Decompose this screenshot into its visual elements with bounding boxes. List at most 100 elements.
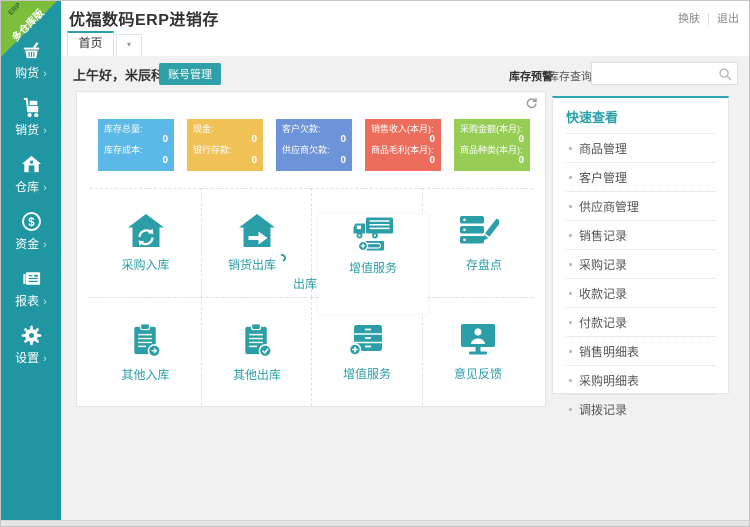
logout-link[interactable]: 退出: [708, 13, 739, 25]
stat-card-purchase-month: 采购金额(本月): 0 商品种类(本月): 0: [454, 119, 530, 171]
quick-view-item-transfer-records[interactable]: 调拨记录: [566, 395, 715, 423]
bullet-dot-icon: [569, 408, 572, 411]
sidebar-item-label: 销货: [15, 123, 39, 137]
report-icon: [20, 267, 43, 290]
footer-strip: [1, 520, 749, 526]
sidebar-item-warehouse[interactable]: 仓库 ›: [1, 153, 61, 210]
inventory-warning-link[interactable]: 库存预警: [509, 68, 553, 84]
chevron-right-icon: ›: [43, 182, 47, 194]
stat-card-cash: 现金: 0 银行存款: 0: [187, 119, 263, 171]
content-area: 上午好，米辰科技 账号管理 库存预警 库存查询 库存总量: 0 库存成本:: [61, 56, 749, 520]
stat-value: 0: [460, 156, 524, 166]
shortcut-feedback[interactable]: 意见反馈: [422, 297, 533, 406]
quick-view-item-customers[interactable]: 客户管理: [566, 163, 715, 192]
drawers-plus-icon: [346, 322, 388, 358]
quick-view-item-goods[interactable]: 商品管理: [566, 134, 715, 163]
stat-label: 库存成本:: [104, 145, 168, 156]
search-input[interactable]: [596, 64, 716, 83]
funds-icon: $: [20, 210, 43, 233]
quick-view-item-purchase-records[interactable]: 采购记录: [566, 250, 715, 279]
bullet-dot-icon: [569, 350, 572, 353]
feedback-monitor-icon: [457, 322, 499, 358]
sidebar-item-label: 资金: [15, 237, 39, 251]
shortcut-label: 其他出库: [233, 366, 281, 383]
stat-value: 0: [193, 135, 257, 145]
tab-home[interactable]: 首页: [67, 31, 114, 56]
stocktake-icon: [457, 213, 499, 249]
stat-label: 销售收入(本月):: [371, 124, 435, 135]
shortcut-other-outbound[interactable]: 其他出库: [201, 297, 312, 406]
house-outbound-icon: [236, 213, 278, 249]
stat-label: 银行存款:: [193, 145, 257, 156]
quick-view-item-suppliers[interactable]: 供应商管理: [566, 192, 715, 221]
stat-label: 采购金额(本月):: [460, 124, 524, 135]
stat-label: 库存总量:: [104, 124, 168, 135]
sidebar: 购货› 销货› 仓库›: [1, 1, 61, 520]
chevron-right-icon: ›: [43, 239, 47, 251]
search-icon[interactable]: [718, 67, 733, 82]
sidebar-item-label: 购货: [15, 66, 39, 80]
chevron-right-icon: ›: [43, 68, 47, 80]
page-title: 优福数码ERP进销存: [69, 6, 219, 30]
sidebar-item-reports[interactable]: 报表›: [1, 267, 61, 324]
ghost-outbound-text: 出库: [293, 275, 317, 292]
clipboard-in-icon: [128, 322, 164, 359]
shortcut-value-added-floating[interactable]: 增值服务: [318, 214, 428, 314]
quick-view-panel: 快速查看 商品管理 客户管理 供应商管理 销售记录 采购记录 收款记录 付款记录…: [552, 96, 729, 394]
shortcut-purchase-inbound[interactable]: 采购入库: [90, 188, 201, 297]
shortcut-label: 销货出库: [228, 256, 276, 273]
sidebar-item-funds[interactable]: $ 资金 ›: [1, 210, 61, 267]
account-manage-button[interactable]: 账号管理: [159, 63, 221, 85]
stat-value: 0: [104, 156, 168, 166]
bullet-dot-icon: [569, 205, 572, 208]
dashboard-panel: 库存总量: 0 库存成本: 0 现金: 0 银行存款: 0 客户欠款: 0 供应…: [76, 91, 546, 407]
quick-view-item-payments[interactable]: 付款记录: [566, 308, 715, 337]
sidebar-item-label: 报表: [15, 294, 39, 308]
gear-icon: [20, 324, 43, 347]
erp-window: 购货› 销货› 仓库›: [0, 0, 750, 527]
warehouse-icon: [20, 153, 43, 176]
shortcut-label: 增值服务: [343, 365, 391, 382]
tab-bar: 首页 ▾: [61, 31, 749, 56]
sidebar-item-label: 仓库: [15, 180, 39, 194]
tab-dropdown-caret-icon[interactable]: ▾: [116, 34, 142, 56]
change-skin-link[interactable]: 换肤: [678, 13, 700, 25]
stat-label: 供应商欠款:: [282, 145, 346, 156]
quick-view-item-purchase-detail[interactable]: 采购明细表: [566, 366, 715, 395]
bullet-dot-icon: [569, 176, 572, 179]
shortcut-label: 意见反馈: [454, 365, 502, 382]
loading-spinner-icon: [277, 253, 288, 264]
quick-view-item-sales-detail[interactable]: 销售明细表: [566, 337, 715, 366]
top-links: 换肤退出: [678, 10, 739, 26]
topbar: 优福数码ERP进销存 换肤退出: [61, 1, 749, 31]
bullet-dot-icon: [569, 234, 572, 237]
stat-value: 0: [193, 156, 257, 166]
refresh-icon[interactable]: [525, 97, 538, 110]
shortcut-label: 采购入库: [121, 256, 169, 273]
bullet-dot-icon: [569, 263, 572, 266]
stat-value: 0: [371, 156, 435, 166]
shortcut-grid: 采购入库 销货出库: [90, 188, 533, 406]
house-inbound-icon: [125, 213, 167, 249]
stat-value: 0: [104, 135, 168, 145]
inventory-query-label: 库存查询: [548, 68, 592, 84]
quick-view-item-sales-records[interactable]: 销售记录: [566, 221, 715, 250]
quick-view-item-receipts[interactable]: 收款记录: [566, 279, 715, 308]
stat-card-receivables: 客户欠款: 0 供应商欠款: 0: [276, 119, 352, 171]
shortcut-label: 其他入库: [121, 366, 169, 383]
sidebar-item-sales[interactable]: 销货›: [1, 96, 61, 153]
truck-icon: [350, 216, 396, 254]
bullet-dot-icon: [569, 321, 572, 324]
stat-label: 客户欠款:: [282, 124, 346, 135]
stat-value: 0: [282, 156, 346, 166]
sidebar-item-settings[interactable]: 设置›: [1, 324, 61, 381]
stat-label: 现金:: [193, 124, 257, 135]
stat-value: 0: [371, 135, 435, 145]
stat-label: 商品种类(本月):: [460, 145, 524, 156]
inventory-search-box: [591, 62, 738, 85]
sidebar-item-label: 设置: [15, 351, 39, 365]
svg-text:$: $: [28, 217, 35, 229]
corner-ribbon: ERP 多仓库版: [1, 1, 61, 61]
stat-value: 0: [460, 135, 524, 145]
shortcut-other-inbound[interactable]: 其他入库: [90, 297, 201, 406]
